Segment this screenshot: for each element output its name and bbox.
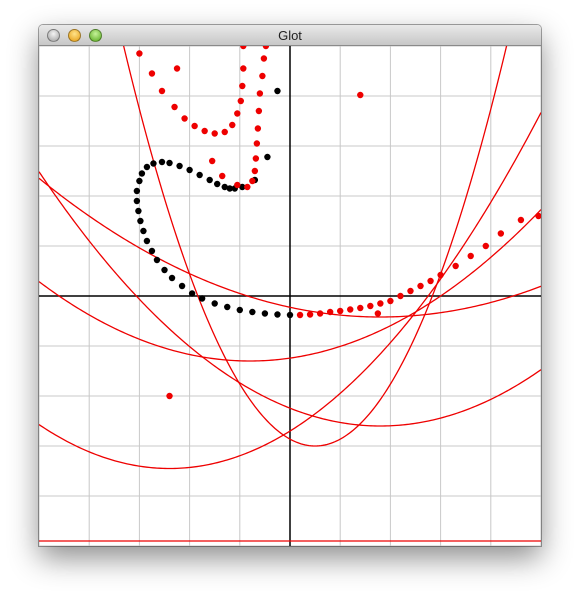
black-point [178, 282, 186, 290]
black-point [138, 170, 146, 177]
red-point [347, 306, 354, 313]
black-point [274, 311, 281, 318]
red-point [497, 230, 505, 237]
red-point [427, 277, 434, 285]
black-point [140, 227, 147, 235]
red-point [191, 122, 198, 130]
red-point [407, 287, 414, 295]
red-point [219, 172, 226, 180]
red-point [173, 65, 181, 72]
black-point [137, 217, 144, 225]
red-point [239, 82, 246, 90]
red-point [306, 311, 314, 318]
red-point [316, 310, 324, 317]
red-point [452, 262, 459, 270]
red-point [208, 157, 216, 165]
black-point [224, 303, 231, 311]
red-point [240, 65, 247, 72]
black-point [196, 171, 203, 179]
red-point [171, 103, 178, 111]
black-point [161, 266, 168, 274]
glot-window: Glot [39, 25, 541, 546]
red-point [234, 110, 241, 117]
window-title: Glot [278, 28, 302, 43]
red-point [148, 70, 156, 77]
red-point [249, 177, 256, 185]
red-point [417, 282, 424, 290]
title-bar[interactable]: Glot [39, 25, 541, 46]
red-point [437, 271, 444, 279]
black-point [168, 274, 176, 282]
red-point [201, 127, 208, 135]
black-point [135, 207, 142, 215]
red-point [254, 125, 262, 132]
red-point [166, 392, 173, 400]
black-point [206, 176, 213, 184]
red-point [337, 307, 344, 315]
black-point [153, 256, 161, 264]
black-point [286, 311, 294, 319]
black-point [136, 177, 143, 185]
black-point [166, 159, 173, 167]
red-point [482, 242, 489, 250]
black-point [150, 160, 157, 167]
red-point [244, 183, 251, 191]
black-point [249, 308, 256, 316]
black-point [261, 310, 269, 317]
black-point [143, 237, 151, 245]
red-point [262, 46, 270, 50]
red-point [211, 130, 218, 137]
red-point [397, 292, 404, 300]
red-point [260, 55, 268, 62]
black-point [158, 158, 166, 166]
black-point [264, 153, 271, 161]
red-point [296, 311, 304, 319]
black-point [148, 247, 156, 255]
red-point [240, 46, 247, 50]
black-point [133, 197, 141, 205]
black-point [214, 180, 221, 188]
black-point [143, 163, 151, 171]
black-point [198, 295, 206, 302]
black-point [133, 187, 141, 195]
black-point [274, 87, 281, 95]
plot-area[interactable] [39, 46, 541, 546]
black-point [186, 166, 193, 174]
red-point [367, 302, 374, 310]
red-point [357, 304, 364, 312]
red-point [377, 300, 384, 307]
red-point [326, 308, 334, 316]
red-point [229, 121, 236, 129]
red-point [387, 297, 394, 305]
red-point [259, 72, 266, 80]
red-point [181, 115, 188, 122]
red-point [256, 90, 264, 97]
red-point [252, 155, 260, 162]
red-point [158, 87, 166, 95]
black-point [188, 290, 196, 297]
red-point [221, 128, 228, 136]
red-point [234, 181, 241, 189]
red-point [237, 97, 245, 105]
red-point [251, 167, 259, 175]
plot-canvas[interactable] [39, 46, 541, 546]
red-point [136, 50, 143, 57]
red-point [255, 107, 263, 115]
black-point [236, 306, 243, 314]
red-point [517, 216, 525, 224]
black-point [211, 300, 218, 307]
red-point [374, 310, 382, 317]
red-point [253, 140, 261, 147]
red-point [357, 91, 364, 99]
red-point [467, 252, 474, 260]
black-point [176, 162, 183, 170]
